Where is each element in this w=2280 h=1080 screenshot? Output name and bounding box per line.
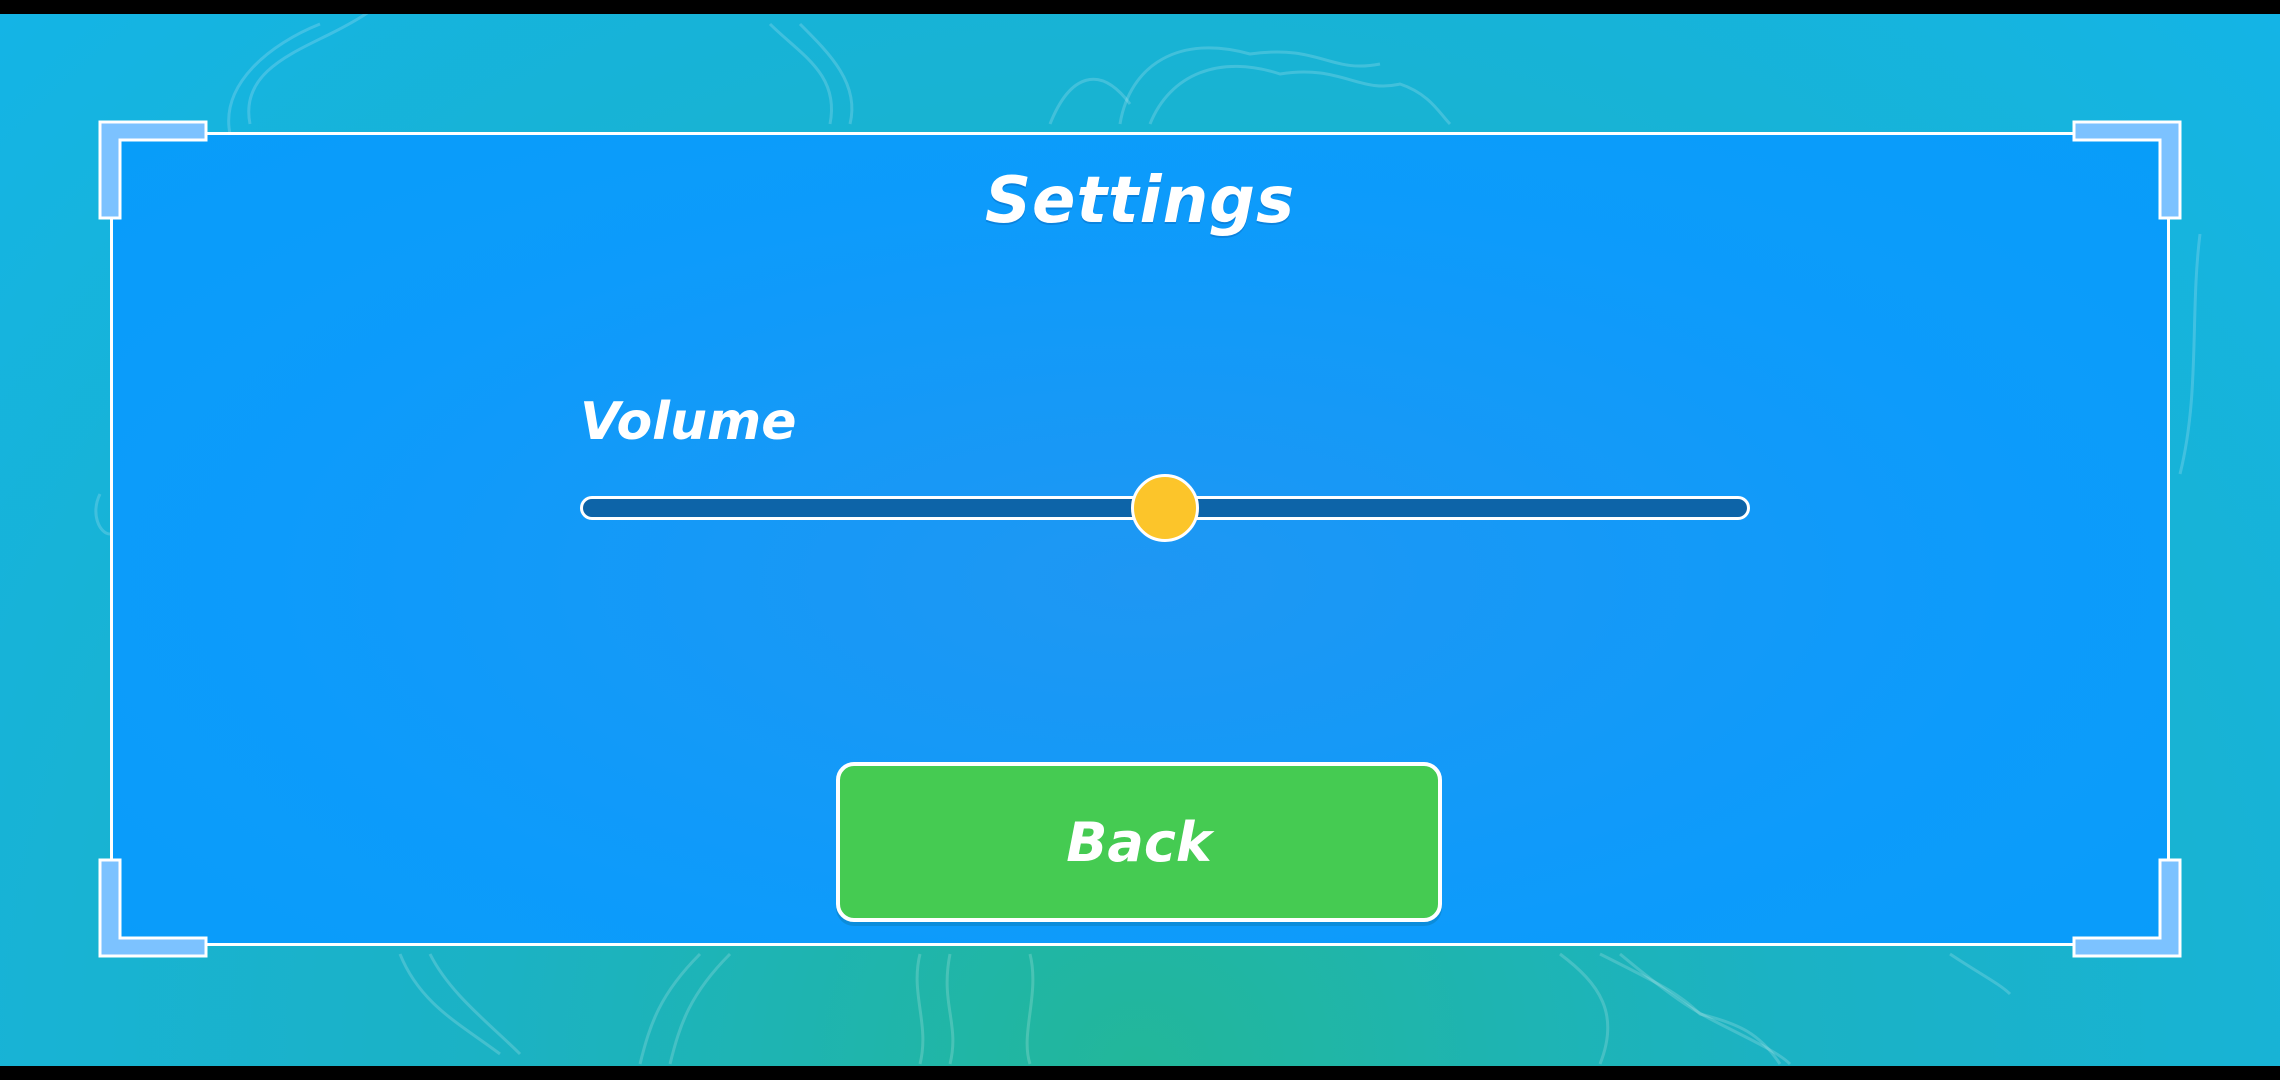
corner-bracket-bottom-left [98, 858, 208, 958]
back-button[interactable]: Back [836, 762, 1442, 922]
volume-slider-thumb[interactable] [1131, 474, 1199, 542]
corner-bracket-bottom-right [2072, 858, 2182, 958]
volume-slider[interactable] [580, 474, 1750, 542]
volume-label: Volume [580, 392, 797, 452]
settings-title: Settings [984, 164, 1296, 238]
game-screen: Settings Volume Back [0, 14, 2280, 1066]
